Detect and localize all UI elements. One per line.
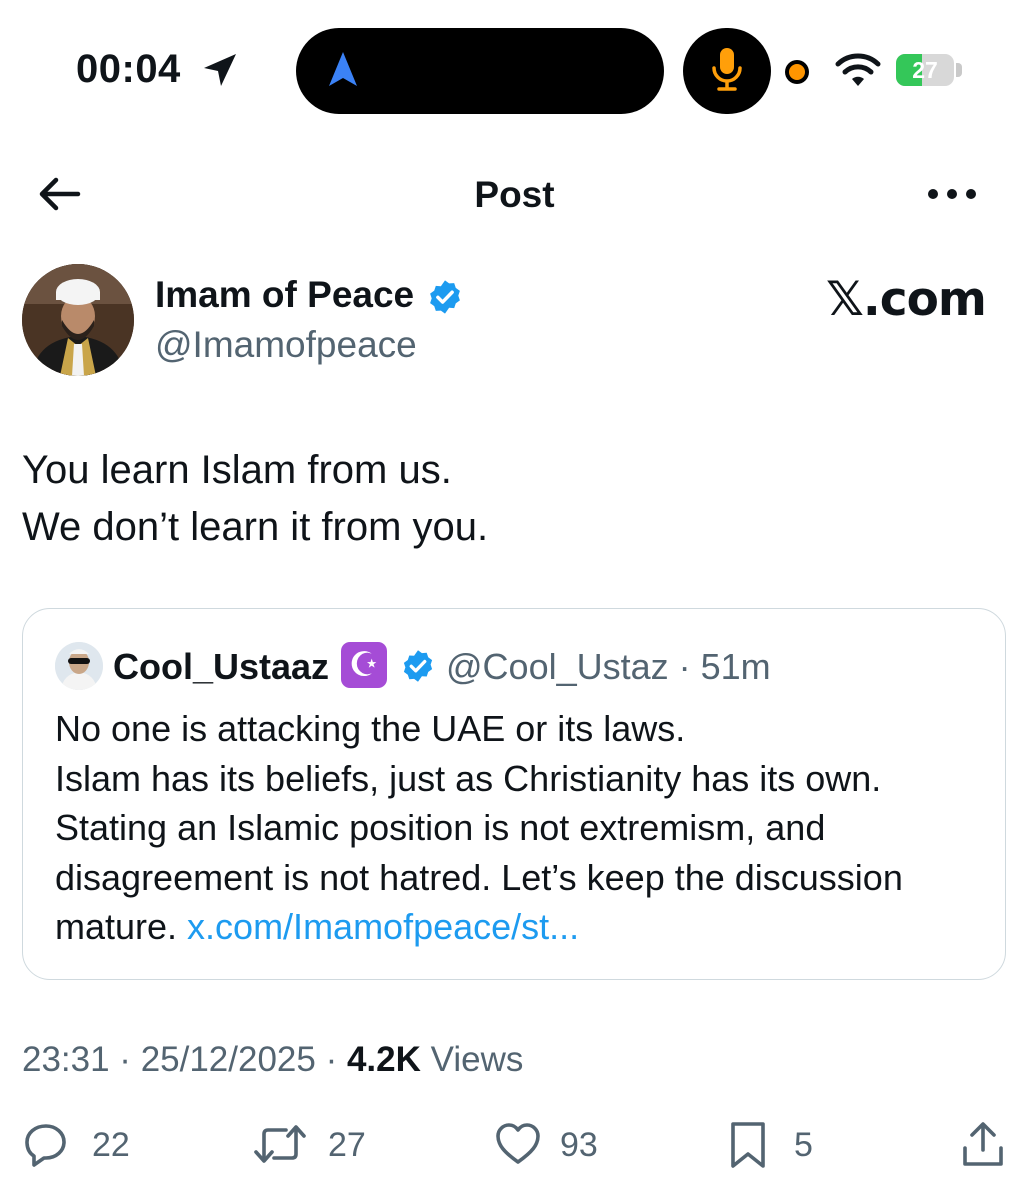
verified-badge-icon: [430, 280, 460, 314]
repost-button[interactable]: 27: [252, 1120, 382, 1170]
quote-avatar[interactable]: [55, 642, 103, 690]
verified-badge-icon: [403, 650, 433, 682]
reply-icon: [25, 1124, 66, 1167]
share-icon: [963, 1122, 1003, 1166]
quote-body: No one is attacking the UAE or its laws.…: [55, 704, 995, 952]
views-label: Views: [420, 1040, 524, 1079]
author-name[interactable]: Imam of Peace: [155, 274, 414, 316]
crescent-star-badge: ☪: [341, 642, 387, 688]
reply-count: 22: [92, 1126, 130, 1164]
heart-icon: [496, 1123, 540, 1164]
post-meta: 23:31 · 25/12/2025 · 4.2K Views: [22, 1040, 523, 1080]
reply-button[interactable]: 22: [22, 1120, 142, 1170]
quote-link[interactable]: x.com/Imamofpeace/st...: [187, 906, 579, 947]
battery-tip: [956, 63, 962, 77]
avatar[interactable]: [22, 264, 134, 376]
wifi-icon: [835, 53, 881, 86]
status-time: 00:04: [76, 47, 181, 91]
post-timestamp[interactable]: 23:31 · 25/12/2025 ·: [22, 1040, 347, 1079]
quote-body-line: Stating an Islamic position is not extre…: [55, 807, 826, 848]
quote-body-text: mature.: [55, 906, 188, 947]
like-button[interactable]: 93: [494, 1120, 624, 1170]
post-text: You learn Islam from us. We don’t learn …: [22, 442, 488, 556]
bookmark-icon: [731, 1122, 765, 1168]
location-arrow-icon: [204, 54, 236, 86]
quote-handle-time: @Cool_Ustaz · 51m: [446, 646, 771, 687]
more-dots-icon[interactable]: [924, 182, 980, 206]
microphone-icon: [712, 48, 742, 91]
quote-body-line: Islam has its beliefs, just as Christian…: [55, 757, 882, 799]
quote-body-line: No one is attacking the UAE or its laws.: [55, 708, 686, 749]
repost-count: 27: [328, 1126, 366, 1164]
quote-body-line: disagreement is not hatred. Let’s keep t…: [55, 856, 903, 898]
bookmark-count: 5: [794, 1126, 813, 1164]
avatar-image: [22, 264, 134, 376]
post-text-line: You learn Islam from us.: [22, 448, 452, 492]
quote-body-line: mature. x.com/Imamofpeace/st...: [55, 902, 995, 952]
battery-icon: 27: [896, 54, 954, 86]
quote-avatar-image: [55, 642, 103, 690]
page-title: Post: [474, 174, 555, 215]
battery-level: 27: [912, 57, 938, 83]
repost-icon: [254, 1125, 306, 1163]
status-bar: 00:04 27: [0, 0, 1029, 140]
quote-author-name[interactable]: Cool_Ustaaz: [113, 646, 329, 688]
like-count: 93: [560, 1126, 598, 1164]
author-handle[interactable]: @Imamofpeace: [155, 324, 417, 366]
orange-dot-indicator: [785, 60, 809, 84]
x-logo-watermark: 𝕏.com: [826, 272, 987, 327]
post-text-line: We don’t learn it from you.: [22, 505, 489, 549]
navigation-icon: [329, 52, 357, 86]
views-count: 4.2K: [346, 1040, 421, 1079]
share-button[interactable]: [960, 1120, 1006, 1170]
bookmark-button[interactable]: 5: [728, 1120, 828, 1170]
